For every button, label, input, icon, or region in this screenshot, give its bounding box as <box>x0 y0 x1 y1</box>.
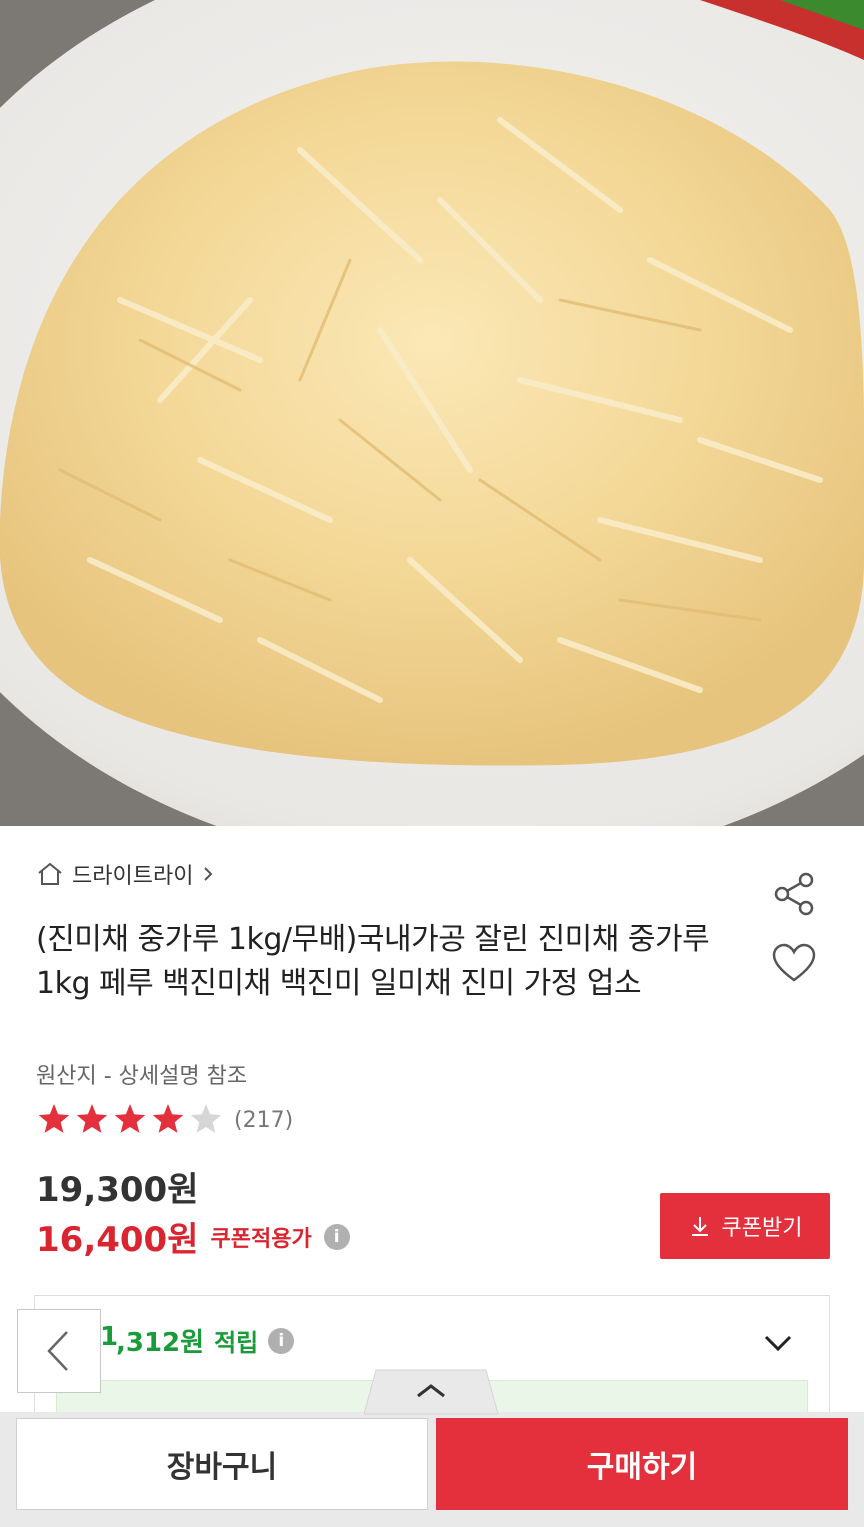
points-row[interactable]: ,312원 적립 i <box>116 1322 295 1359</box>
star-icon <box>38 1104 70 1133</box>
coupon-download-button[interactable]: 쿠폰받기 <box>660 1193 830 1259</box>
stars-graphic <box>38 1104 222 1133</box>
coupon-button-label: 쿠폰받기 <box>721 1216 803 1241</box>
points-expand-button[interactable] <box>760 1325 796 1361</box>
product-page: 드라이트라이 (진미채 중가루 1kg/무배)국내가공 잘린 진미채 중가루1k… <box>0 0 864 1527</box>
share-button[interactable] <box>770 870 818 918</box>
home-icon <box>38 862 62 885</box>
star-icon <box>114 1104 146 1133</box>
chevron-right-icon <box>204 867 213 881</box>
chevron-left-icon <box>47 1331 68 1371</box>
download-icon <box>691 1217 708 1236</box>
cart-button[interactable]: 장바구니 <box>16 1418 428 1510</box>
handle-tab <box>363 1369 499 1415</box>
heart-icon <box>772 943 816 982</box>
sale-price-row: 16,400원 쿠폰적용가 i <box>36 1212 350 1261</box>
buy-button[interactable]: 구매하기 <box>436 1418 848 1510</box>
star-icon <box>76 1104 108 1133</box>
coupon-price-label: 쿠폰적용가 <box>210 1226 312 1252</box>
share-icon <box>774 872 814 916</box>
wishlist-button[interactable] <box>770 940 818 988</box>
info-icon[interactable]: i <box>268 1327 295 1354</box>
product-image[interactable] <box>0 0 864 826</box>
star-icon <box>152 1104 184 1133</box>
chevron-down-icon <box>764 1335 792 1352</box>
product-photo <box>0 0 864 826</box>
origin-text: 원산지 - 상세설명 참조 <box>36 1064 248 1089</box>
sale-price: 16,400원 <box>36 1220 199 1260</box>
review-count: (217) <box>234 1107 294 1133</box>
back-button[interactable] <box>17 1309 101 1393</box>
points-amount: ,312원 <box>116 1328 205 1358</box>
product-title: (진미채 중가루 1kg/무배)국내가공 잘린 진미채 중가루1kg 페루 백진… <box>36 922 710 1001</box>
original-price: 19,300원 <box>36 1170 199 1210</box>
points-label: 적립 <box>214 1329 259 1357</box>
info-icon[interactable]: i <box>323 1223 350 1250</box>
store-link[interactable]: 드라이트라이 <box>36 858 215 890</box>
expand-handle[interactable] <box>363 1368 499 1416</box>
rating[interactable]: (217) <box>36 1102 293 1138</box>
star-rating <box>36 1102 226 1138</box>
store-name: 드라이트라이 <box>72 864 194 889</box>
star-icon <box>190 1104 222 1133</box>
